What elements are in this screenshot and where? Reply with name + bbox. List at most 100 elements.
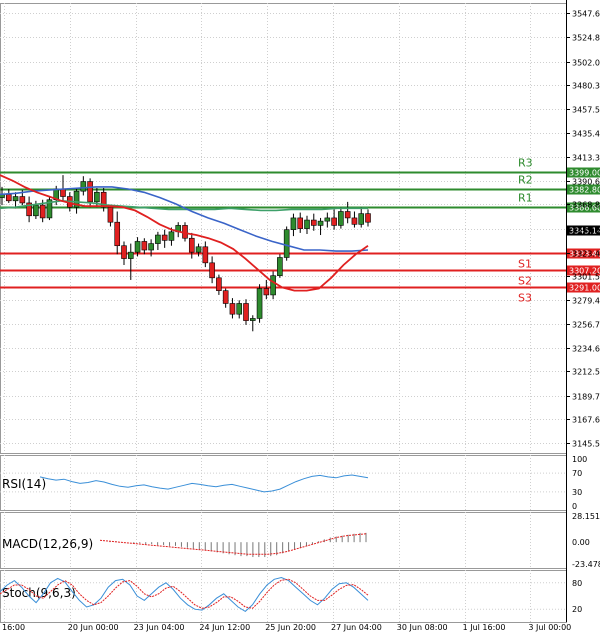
candle-body bbox=[155, 234, 161, 244]
price-tick-label: 3480.30 bbox=[572, 82, 600, 91]
candle-body bbox=[344, 211, 351, 219]
candle-body bbox=[249, 318, 256, 321]
price-tick-label: 3502.05 bbox=[572, 59, 600, 68]
rsi-line bbox=[39, 474, 369, 493]
candle-body bbox=[134, 241, 141, 253]
price-tick-label: 3256.70 bbox=[572, 321, 600, 330]
candle-body bbox=[263, 288, 270, 296]
candle-body bbox=[317, 220, 324, 226]
candle-body bbox=[283, 229, 290, 258]
rsi-tick-label: 70 bbox=[572, 469, 582, 478]
time-tick-label: 24 Jun 12:00 bbox=[199, 623, 250, 632]
candle-body bbox=[222, 290, 229, 304]
macd-panel[interactable]: MACD(12,26,9) bbox=[2, 532, 367, 558]
macd-tick-label: 28.151 bbox=[572, 512, 600, 521]
time-tick-label: 3 Jul 00:00 bbox=[528, 623, 571, 632]
candle-body bbox=[19, 196, 26, 204]
price-tick-label: 3413.35 bbox=[572, 154, 600, 163]
time-tick-label: 27 Jun 04:00 bbox=[331, 623, 382, 632]
candle-body bbox=[107, 206, 114, 223]
price-tick-label: 3279.45 bbox=[572, 297, 600, 306]
price-tick-label: 3212.50 bbox=[572, 368, 600, 377]
time-tick-label: 1 Jul 16:00 bbox=[463, 623, 506, 632]
candle-body bbox=[297, 217, 304, 229]
candle-body bbox=[121, 245, 127, 259]
price-tick-label: 3323.40 bbox=[572, 250, 600, 259]
stoch-tick-label: 20 bbox=[572, 605, 582, 614]
level-name-s1: S1 bbox=[518, 258, 532, 271]
candle-body bbox=[39, 204, 46, 219]
macd-tick-label: 0.00 bbox=[572, 538, 590, 547]
stoch-tick-label: 80 bbox=[572, 579, 582, 588]
candle-body bbox=[351, 217, 358, 225]
price-tick-label: 3145.55 bbox=[572, 440, 600, 449]
candle-body bbox=[338, 211, 344, 226]
candle-body bbox=[304, 219, 310, 229]
price-tick-label: 3167.65 bbox=[572, 416, 600, 425]
time-tick-label: 20 Jun 00:00 bbox=[68, 623, 119, 632]
candle-body bbox=[141, 241, 148, 251]
candle-body bbox=[114, 221, 121, 247]
candle-body bbox=[216, 277, 222, 291]
candle-body bbox=[80, 181, 87, 192]
rsi-tick-label: 30 bbox=[572, 488, 582, 497]
time-tick-label: 25 Jun 20:00 bbox=[265, 623, 316, 632]
rsi-indicator-name: RSI(14) bbox=[2, 477, 46, 491]
price-tick-label: 3547.60 bbox=[572, 10, 600, 19]
candle-body bbox=[148, 243, 154, 251]
candle-body bbox=[161, 234, 168, 241]
price-tick-label: 3189.75 bbox=[572, 393, 600, 402]
rsi-panel[interactable]: RSI(14) bbox=[2, 474, 369, 493]
price-tick-label: 3390.60 bbox=[572, 178, 600, 187]
candle-body bbox=[60, 188, 66, 197]
level-name-r1: R1 bbox=[518, 192, 533, 205]
candle-body bbox=[331, 217, 337, 226]
price-tick-label: 3345.90 bbox=[572, 226, 600, 235]
level-price-label: 3382.80 bbox=[569, 186, 600, 195]
rsi-tick-label: 100 bbox=[572, 455, 587, 464]
candle-body bbox=[5, 194, 12, 202]
candle-body bbox=[168, 231, 175, 241]
time-tick-label: 16:00 bbox=[2, 623, 25, 632]
candle-body bbox=[365, 213, 371, 223]
ma-green-line bbox=[0, 199, 368, 212]
level-name-r2: R2 bbox=[518, 174, 533, 187]
candle-body bbox=[256, 288, 263, 319]
candle-body bbox=[202, 246, 209, 264]
price-panel[interactable]: R33399.00R23382.80R13366.60S13323.40S233… bbox=[0, 157, 600, 332]
macd-signal-line bbox=[99, 533, 367, 555]
level-name-r3: R3 bbox=[518, 157, 533, 170]
candle-body bbox=[324, 217, 331, 222]
candle-body bbox=[195, 246, 202, 253]
price-tick-label: 3524.80 bbox=[572, 34, 600, 43]
candle-body bbox=[358, 213, 365, 225]
price-tick-label: 3457.55 bbox=[572, 106, 600, 115]
candle-body bbox=[94, 191, 100, 203]
price-tick-label: 3435.40 bbox=[572, 130, 600, 139]
price-tick-label: 3234.60 bbox=[572, 345, 600, 354]
level-price-label: 3399.00 bbox=[569, 169, 600, 178]
macd-tick-label: -23.478 bbox=[572, 560, 600, 569]
gridlines bbox=[0, 3, 567, 623]
candle-body bbox=[277, 257, 283, 276]
macd-indicator-name: MACD(12,26,9) bbox=[2, 537, 93, 551]
candle-body bbox=[33, 204, 39, 217]
candle-body bbox=[270, 275, 276, 296]
price-tick-label: 3301.55 bbox=[572, 273, 600, 282]
level-price-label: 3291.00 bbox=[569, 284, 600, 293]
rsi-tick-label: 0 bbox=[572, 502, 577, 511]
level-name-s3: S3 bbox=[518, 292, 532, 305]
candle-body bbox=[12, 196, 19, 202]
price-tick-label: 3368.85 bbox=[572, 201, 600, 210]
level-name-s2: S2 bbox=[518, 275, 532, 288]
candle-body bbox=[310, 219, 317, 226]
panel-frame-main bbox=[0, 3, 567, 454]
time-tick-label: 23 Jun 04:00 bbox=[134, 623, 185, 632]
candle-body bbox=[188, 237, 195, 253]
candle-body bbox=[243, 303, 249, 321]
candle-body bbox=[229, 303, 236, 315]
candle-body bbox=[209, 262, 215, 279]
candle-body bbox=[290, 217, 297, 230]
candle-body bbox=[236, 303, 243, 315]
candle-body bbox=[127, 251, 134, 259]
